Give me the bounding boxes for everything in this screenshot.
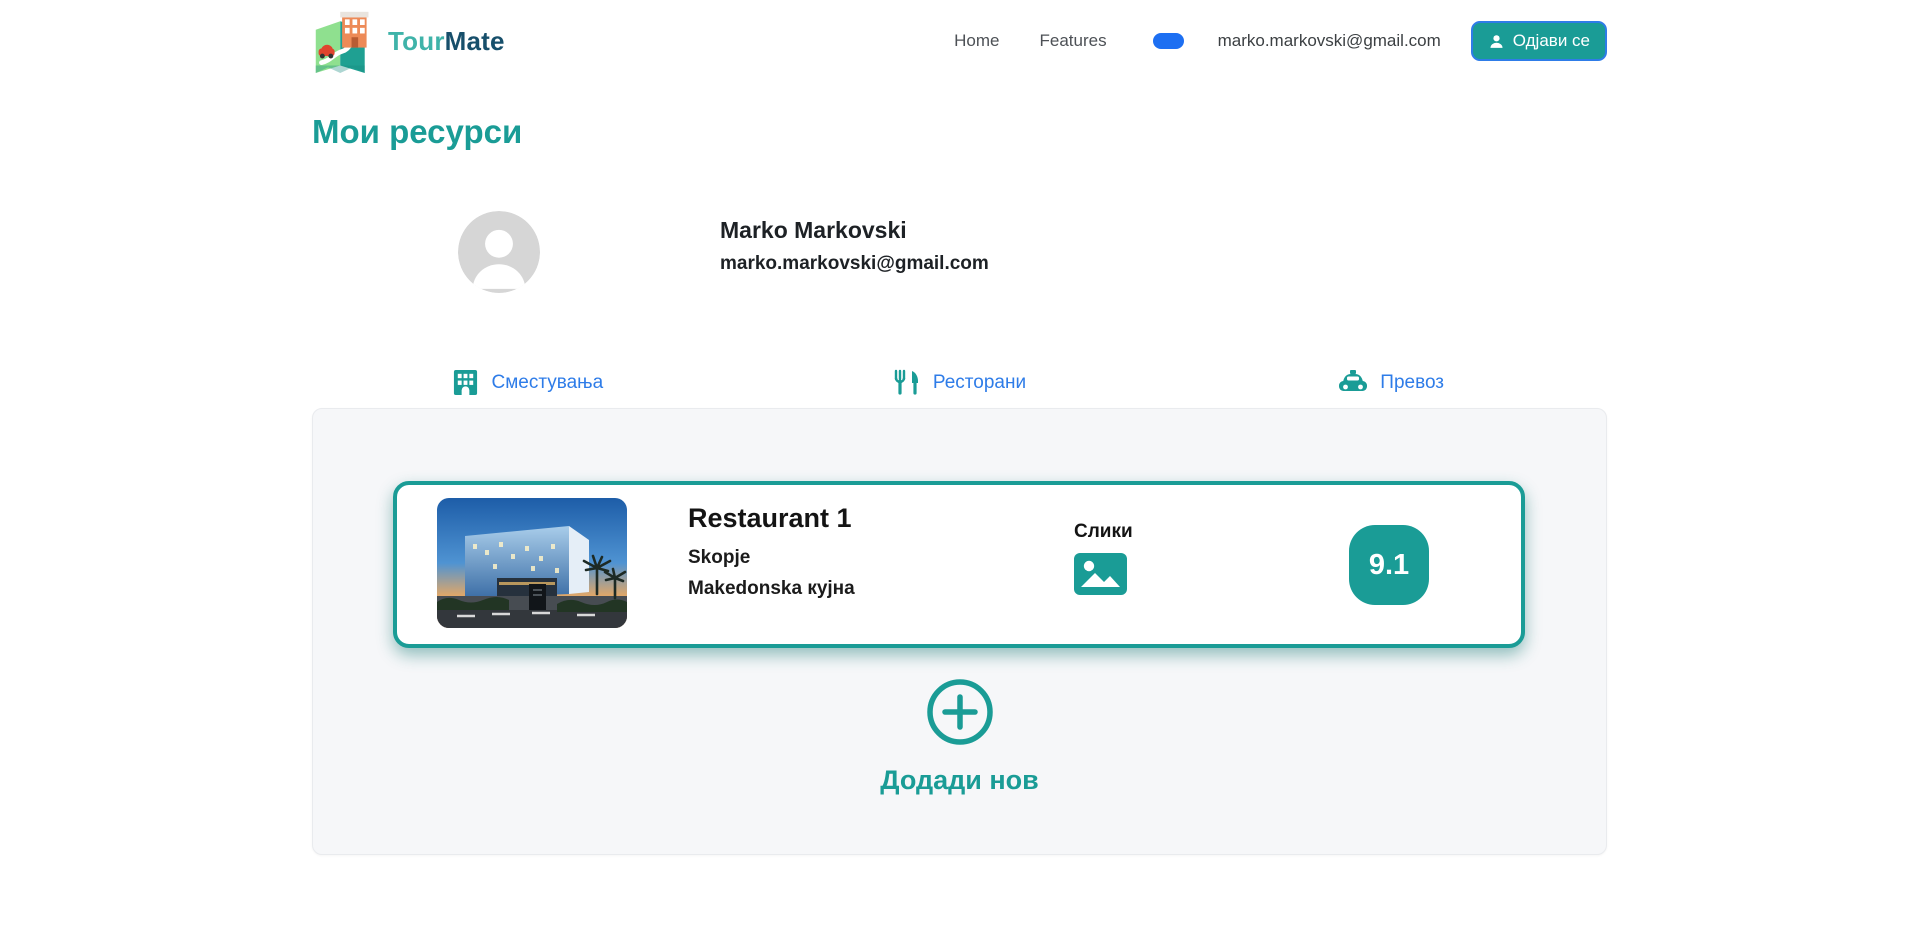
tab-accommodations-label: Сместувања: [491, 372, 603, 394]
images-gallery-button[interactable]: [1074, 553, 1133, 600]
images-section: Слики: [1074, 521, 1133, 600]
resources-panel: Restaurant 1 Skopje Makedonska кујна Сли…: [312, 408, 1607, 855]
user-icon: [1488, 33, 1505, 50]
avatar: [458, 211, 540, 293]
restaurant-city: Skopje: [688, 547, 855, 569]
brand-part1: Tour: [388, 26, 445, 56]
restaurant-photo: [437, 498, 627, 628]
logout-button[interactable]: Одјави се: [1471, 21, 1607, 61]
restaurant-photo-image: [437, 498, 627, 628]
avatar-placeholder-icon: [458, 211, 540, 293]
page-title: Мои ресурси: [312, 113, 1607, 151]
profile-email: marko.markovski@gmail.com: [720, 253, 989, 275]
restaurant-name: Restaurant 1: [688, 503, 855, 534]
nav-features-link[interactable]: Features: [1040, 31, 1107, 51]
header: TourMate Home Features marko.markovski@g…: [312, 0, 1607, 76]
profile-name: Marko Markovski: [720, 217, 989, 244]
plus-circle-icon: [924, 676, 996, 748]
rating-badge: 9.1: [1349, 525, 1429, 605]
logout-label: Одјави се: [1513, 31, 1590, 51]
brand-part2: Mate: [445, 26, 505, 56]
hotel-building-icon: [452, 369, 479, 396]
restaurant-cuisine: Makedonska кујна: [688, 578, 855, 600]
tourmate-logo-icon: [312, 9, 376, 73]
tab-restaurants-label: Ресторани: [933, 372, 1026, 394]
brand-name: TourMate: [388, 26, 505, 57]
images-label: Слики: [1074, 521, 1133, 543]
main-nav: Home Features marko.markovski@gmail.com …: [954, 21, 1607, 61]
profile-text: Marko Markovski marko.markovski@gmail.co…: [720, 211, 989, 275]
header-user-email: marko.markovski@gmail.com: [1218, 31, 1441, 51]
taxi-icon: [1338, 370, 1368, 395]
tab-transport[interactable]: Превоз: [1175, 369, 1607, 396]
restaurant-info: Restaurant 1 Skopje Makedonska кујна: [688, 503, 855, 600]
nav-home-link[interactable]: Home: [954, 31, 999, 51]
add-new-label: Додади нов: [313, 765, 1606, 796]
profile-section: Marko Markovski marko.markovski@gmail.co…: [312, 211, 1607, 293]
tab-transport-label: Превоз: [1380, 372, 1444, 394]
resource-tabs: Сместувања Ресторани Превоз: [312, 369, 1607, 396]
page-root: TourMate Home Features marko.markovski@g…: [312, 0, 1607, 855]
restaurant-card[interactable]: Restaurant 1 Skopje Makedonska кујна Сли…: [393, 481, 1525, 648]
language-toggle-pill[interactable]: [1153, 33, 1184, 49]
add-new-button[interactable]: Додади нов: [313, 676, 1606, 796]
fork-knife-icon: [893, 369, 921, 396]
tab-restaurants[interactable]: Ресторани: [744, 369, 1176, 396]
brand[interactable]: TourMate: [312, 9, 505, 73]
image-icon: [1074, 553, 1127, 595]
tab-accommodations[interactable]: Сместувања: [312, 369, 744, 396]
